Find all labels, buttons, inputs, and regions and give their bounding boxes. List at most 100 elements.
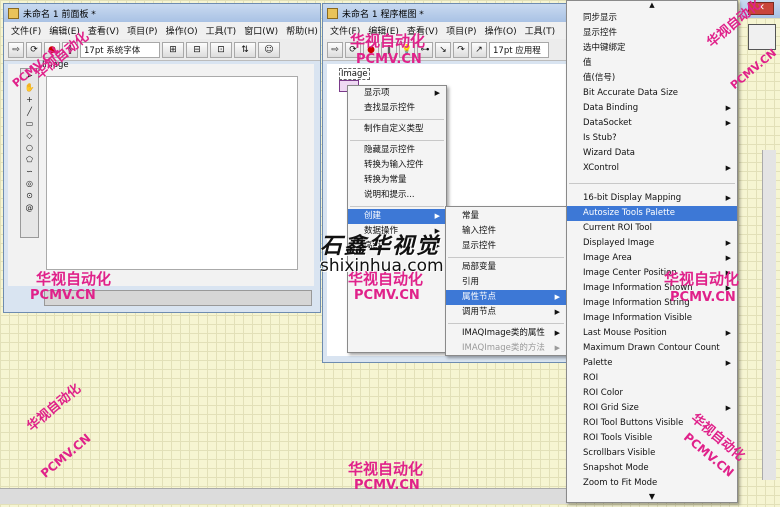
zoom-tool-icon[interactable]: ⊙ [22,190,37,201]
create-item-constant[interactable]: 常量 [446,209,566,224]
align-objects-icon[interactable]: ⊞ [162,41,184,58]
context-item-change-to-constant[interactable]: 转换为常量 [348,173,446,188]
reorder-icon[interactable]: ⇅ [234,41,256,58]
run-arrow-icon[interactable]: ⇨ [8,41,24,58]
menu-window[interactable]: 窗口(W) [240,24,282,37]
context-item-hide-indicator[interactable]: 隐藏显示控件 [348,143,446,158]
prop-item-wizard-data[interactable]: Wizard Data [567,146,737,161]
prop-item-roi-grid-size[interactable]: ROI Grid Size ▶ [567,401,737,416]
cleanup-icon[interactable]: ☺ [258,41,280,58]
prop-item-xcontrol[interactable]: XControl ▶ [567,161,737,176]
create-item-control[interactable]: 输入控件 [446,224,566,239]
create-submenu: 常量 输入控件 显示控件 局部变量 引用 属性节点 ▶ 调用节点 ▶ IMAQIma… [445,206,567,356]
prop-item-label: Image Center Position [583,268,677,278]
prop-item-label: ROI Tool Buttons Visible [583,418,684,428]
context-item-find-indicator[interactable]: 查找显示控件 [348,101,446,116]
prop-item-datasocket[interactable]: DataSocket ▶ [567,116,737,131]
watermark-cn: 华视自动化 [350,32,426,50]
prop-item-maximum-drawn-contour-count[interactable]: Maximum Drawn Contour Count [567,341,737,356]
step-out-icon[interactable]: ↗ [471,41,487,58]
create-item-local-variable[interactable]: 局部变量 [446,260,566,275]
prop-item-label: 值 [583,58,592,68]
image-display-control[interactable] [46,76,298,270]
prop-item-last-mouse-position[interactable]: Last Mouse Position ▶ [567,326,737,341]
prop-item-value[interactable]: 值 [567,56,737,71]
scroll-up-arrow-icon[interactable]: ▲ [567,1,737,9]
freehand-tool-icon[interactable]: ∽ [22,166,37,177]
bottom-horizontal-scrollbar[interactable] [0,488,570,504]
right-vertical-scrollbar[interactable] [762,150,776,480]
font-selector[interactable]: 17pt 系统字体 [80,41,160,58]
front-panel-title: 未命名 1 前面板 * [23,9,96,20]
prop-item-autosize-tools-palette[interactable]: Autosize Tools Palette [567,206,737,221]
submenu-arrow-icon: ▶ [725,119,731,127]
create-item-label: 调用节点 [462,307,497,317]
menu-file[interactable]: 文件(F) [7,24,45,37]
create-item-property-node[interactable]: 属性节点 ▶ [446,290,566,305]
prop-item-roi-color[interactable]: ROI Color [567,386,737,401]
context-item-label: 显示项 [364,88,390,98]
oval-tool-icon[interactable]: ○ [22,142,37,153]
prop-item-label: 显示控件 [583,28,618,38]
resize-objects-icon[interactable]: ⊡ [210,41,232,58]
block-diagram-titlebar[interactable]: 未命名 1 程序框图 * [323,4,573,22]
create-item-label: 输入控件 [462,226,497,236]
prop-item-label: Autosize Tools Palette [583,208,675,218]
vi-icon [748,24,776,50]
prop-item-current-roi-tool[interactable]: Current ROI Tool [567,221,737,236]
menu-view[interactable]: 查看(V) [84,24,123,37]
step-into-icon[interactable]: ↘ [435,41,451,58]
create-item-invoke-node[interactable]: 调用节点 ▶ [446,305,566,320]
prop-item-value-signaling[interactable]: 值(信号) [567,71,737,86]
distribute-objects-icon[interactable]: ⊟ [186,41,208,58]
polygon-tool-icon[interactable]: ⬠ [22,154,37,165]
prop-item-label: 同步显示 [583,13,618,23]
menu-project[interactable]: 项目(P) [442,24,480,37]
rectangle-tool-icon[interactable]: ▭ [22,118,37,129]
prop-item-palette[interactable]: Palette ▶ [567,356,737,371]
step-over-icon[interactable]: ↷ [453,41,469,58]
block-diagram-title: 未命名 1 程序框图 * [342,9,424,20]
prop-item-image-area[interactable]: Image Area ▶ [567,251,737,266]
prop-item-bit-accurate-data-size[interactable]: Bit Accurate Data Size [567,86,737,101]
prop-item-zoom-to-fit-mode[interactable]: Zoom to Fit Mode [567,476,737,491]
font-selector[interactable]: 17pt 应用程 [489,41,549,58]
create-item-imaqimage-properties[interactable]: IMAQImage类的属性 ▶ [446,326,566,341]
prop-item-roi[interactable]: ROI [567,371,737,386]
scroll-down-arrow-icon[interactable]: ▼ [567,491,737,502]
prop-item-label: Snapshot Mode [583,463,649,473]
spiral-tool-icon[interactable]: @ [22,202,37,213]
menu-separator [448,323,564,324]
prop-item-16bit-display-mapping[interactable]: 16-bit Display Mapping ▶ [567,191,737,206]
context-item-make-typedef[interactable]: 制作自定义类型 [348,122,446,137]
prop-item-label: 值(信号) [583,73,616,83]
prop-item-displayed-image[interactable]: Displayed Image ▶ [567,236,737,251]
front-panel-titlebar[interactable]: 未命名 1 前面板 * [4,4,320,22]
point-tool-icon[interactable]: + [22,94,37,105]
menu-project[interactable]: 项目(P) [123,24,161,37]
create-item-label: IMAQImage类的方法 [462,343,545,353]
front-panel-canvas[interactable]: Image [8,60,314,286]
run-arrow-icon[interactable]: ⇨ [327,41,343,58]
prop-item-label: Data Binding [583,103,639,113]
context-item-description-tip[interactable]: 说明和提示... [348,188,446,203]
context-item-create[interactable]: 创建 ▶ [348,209,446,224]
create-item-indicator[interactable]: 显示控件 [446,239,566,254]
prop-item-is-stub[interactable]: Is Stub? [567,131,737,146]
prop-item-sync-display[interactable]: 同步显示 [567,11,737,26]
context-item-change-to-control[interactable]: 转换为输入控件 [348,158,446,173]
context-item-show-items[interactable]: 显示项 ▶ [348,86,446,101]
create-item-reference[interactable]: 引用 [446,275,566,290]
menu-operate[interactable]: 操作(O) [481,24,521,37]
menu-operate[interactable]: 操作(O) [162,24,202,37]
prop-item-label: ROI Color [583,388,623,398]
prop-item-data-binding[interactable]: Data Binding ▶ [567,101,737,116]
annulus-tool-icon[interactable]: ◎ [22,178,37,189]
rotated-rect-tool-icon[interactable]: ◇ [22,130,37,141]
menu-tools[interactable]: 工具(T) [521,24,560,37]
prop-item-image-information-visible[interactable]: Image Information Visible [567,311,737,326]
menu-help[interactable]: 帮助(H) [282,24,322,37]
menu-tools[interactable]: 工具(T) [202,24,241,37]
line-tool-icon[interactable]: ╱ [22,106,37,117]
front-panel-menubar: 文件(F) 编辑(E) 查看(V) 项目(P) 操作(O) 工具(T) 窗口(W… [4,22,320,39]
